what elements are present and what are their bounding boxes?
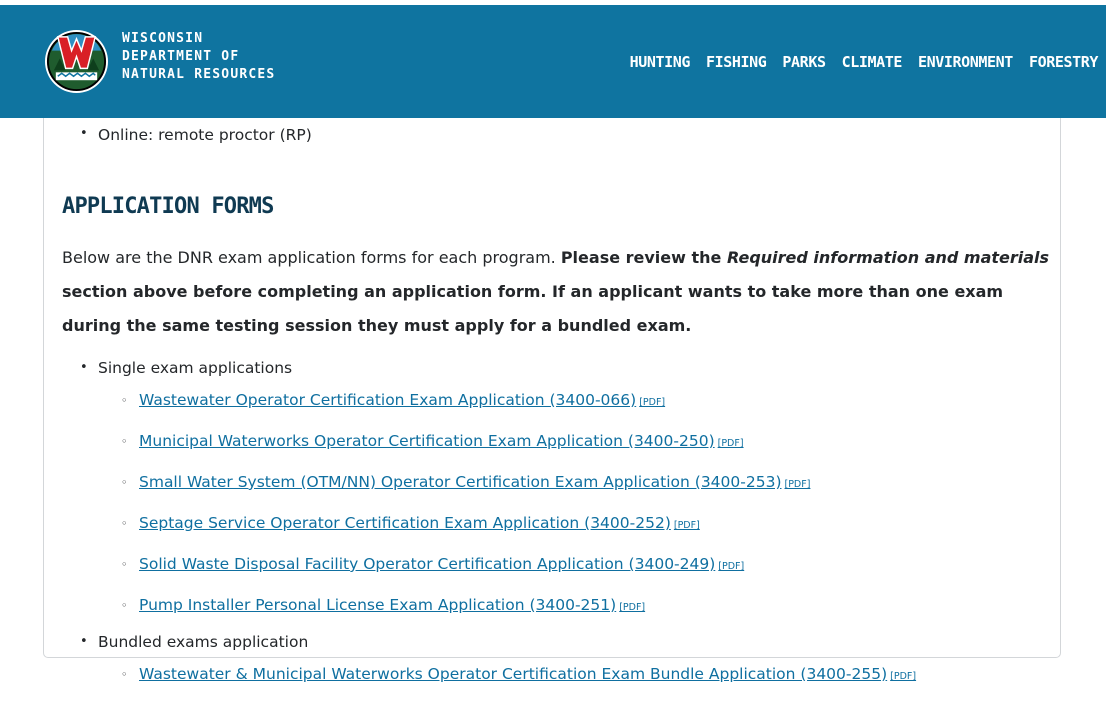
site-brand[interactable]: WISCONSIN DEPARTMENT OF NATURAL RESOURCE…	[122, 30, 275, 84]
brand-line-2: DEPARTMENT OF	[122, 49, 240, 64]
list-item: Online: remote proctor (RP)	[80, 126, 312, 144]
main-nav: HUNTING FISHING PARKS CLIMATE ENVIRONMEN…	[622, 53, 1106, 77]
form-link[interactable]: Solid Waste Disposal Facility Operator C…	[139, 555, 715, 573]
form-link[interactable]: Wastewater & Municipal Waterworks Operat…	[139, 665, 887, 683]
nav-fishing[interactable]: FISHING	[698, 53, 774, 77]
intro-bold-1: Please review the	[560, 248, 727, 267]
nav-forestry[interactable]: FORESTRY	[1021, 53, 1106, 77]
site-header: WISCONSIN DEPARTMENT OF NATURAL RESOURCE…	[0, 0, 1106, 118]
brand-line-1: WISCONSIN	[122, 31, 204, 46]
intro-bold-2: section above before completing an appli…	[62, 282, 1004, 335]
link-item: Pump Installer Personal License Exam App…	[80, 594, 1080, 619]
intro-text: Below are the DNR exam application forms…	[62, 248, 561, 267]
dnr-logo[interactable]	[44, 29, 109, 94]
form-link[interactable]: Wastewater Operator Certification Exam A…	[139, 391, 636, 409]
link-item: Small Water System (OTM/NN) Operator Cer…	[80, 471, 1080, 496]
nav-environment[interactable]: ENVIRONMENT	[910, 53, 1021, 77]
form-link[interactable]: Pump Installer Personal License Exam App…	[139, 596, 616, 614]
pdf-tag[interactable]: [PDF]	[718, 438, 744, 449]
pdf-tag[interactable]: [PDF]	[785, 479, 811, 490]
pdf-tag[interactable]: [PDF]	[674, 520, 700, 531]
pdf-tag[interactable]: [PDF]	[639, 397, 665, 408]
intro-italic: Required information and materials	[726, 248, 1050, 267]
nav-climate[interactable]: CLIMATE	[834, 53, 910, 77]
link-item: Septage Service Operator Certification E…	[80, 512, 1080, 537]
link-item: Municipal Waterworks Operator Certificat…	[80, 430, 1080, 455]
link-item: Wastewater Operator Certification Exam A…	[80, 389, 1080, 414]
section-title: APPLICATION FORMS	[62, 194, 274, 219]
nav-hunting[interactable]: HUNTING	[622, 53, 698, 77]
nav-parks[interactable]: PARKS	[774, 53, 833, 77]
pdf-tag[interactable]: [PDF]	[890, 671, 916, 682]
application-groups: Single exam applications Wastewater Oper…	[80, 357, 1080, 688]
form-link[interactable]: Septage Service Operator Certification E…	[139, 514, 671, 532]
pdf-tag[interactable]: [PDF]	[718, 561, 744, 572]
pdf-tag[interactable]: [PDF]	[619, 602, 645, 613]
delivery-list: Online: remote proctor (RP)	[80, 126, 312, 144]
form-link[interactable]: Municipal Waterworks Operator Certificat…	[139, 432, 715, 450]
link-item: Wastewater & Municipal Waterworks Operat…	[80, 663, 1080, 688]
group-label-single: Single exam applications	[80, 357, 1080, 379]
form-link[interactable]: Small Water System (OTM/NN) Operator Cer…	[139, 473, 782, 491]
link-item: Solid Waste Disposal Facility Operator C…	[80, 553, 1080, 578]
brand-line-3: NATURAL RESOURCES	[122, 67, 276, 82]
section-intro: Below are the DNR exam application forms…	[62, 241, 1052, 343]
group-label-bundled: Bundled exams application	[80, 631, 1080, 653]
